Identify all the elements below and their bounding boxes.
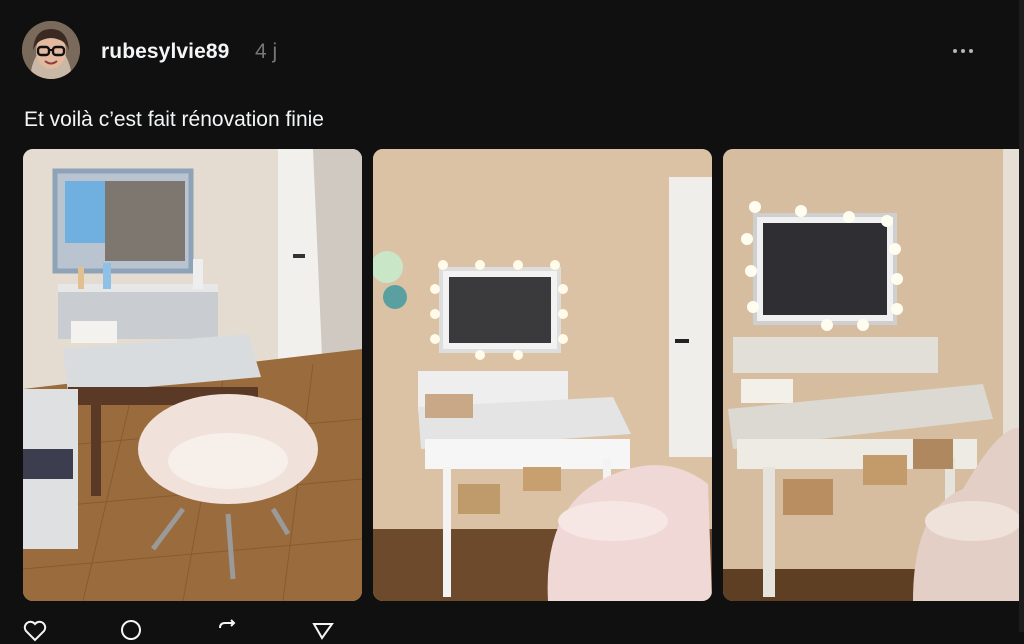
avatar-photo-icon: [22, 21, 80, 79]
more-dot: [961, 49, 965, 53]
post-actions: [22, 618, 336, 642]
repost-icon: [219, 619, 236, 629]
more-dot: [969, 49, 973, 53]
photo-vanity-lights-on[interactable]: [373, 149, 712, 601]
username-link[interactable]: rubesylvie89: [101, 40, 229, 64]
post-card: rubesylvie89 4 j Et voilà c’est fait rén…: [0, 0, 1024, 642]
photo-vanity-daylight[interactable]: [23, 149, 362, 601]
more-options-button[interactable]: [948, 38, 978, 64]
share-icon: [312, 623, 334, 640]
like-button[interactable]: [22, 618, 48, 644]
more-dots-icon: [953, 49, 957, 53]
photo-image: [23, 149, 362, 601]
avatar[interactable]: [22, 21, 80, 79]
scrollbar[interactable]: [1019, 0, 1024, 632]
photo-image: [373, 149, 712, 601]
post-caption: Et voilà c’est fait rénovation finie: [24, 108, 324, 131]
comment-icon: [121, 620, 141, 640]
photo-image: [723, 149, 1024, 601]
photo-vanity-closeup[interactable]: [723, 149, 1024, 601]
post-timestamp[interactable]: 4 j: [255, 40, 277, 64]
share-button[interactable]: [310, 618, 336, 644]
heart-icon: [23, 620, 47, 642]
repost-button[interactable]: [214, 618, 240, 644]
comment-button[interactable]: [118, 618, 144, 644]
